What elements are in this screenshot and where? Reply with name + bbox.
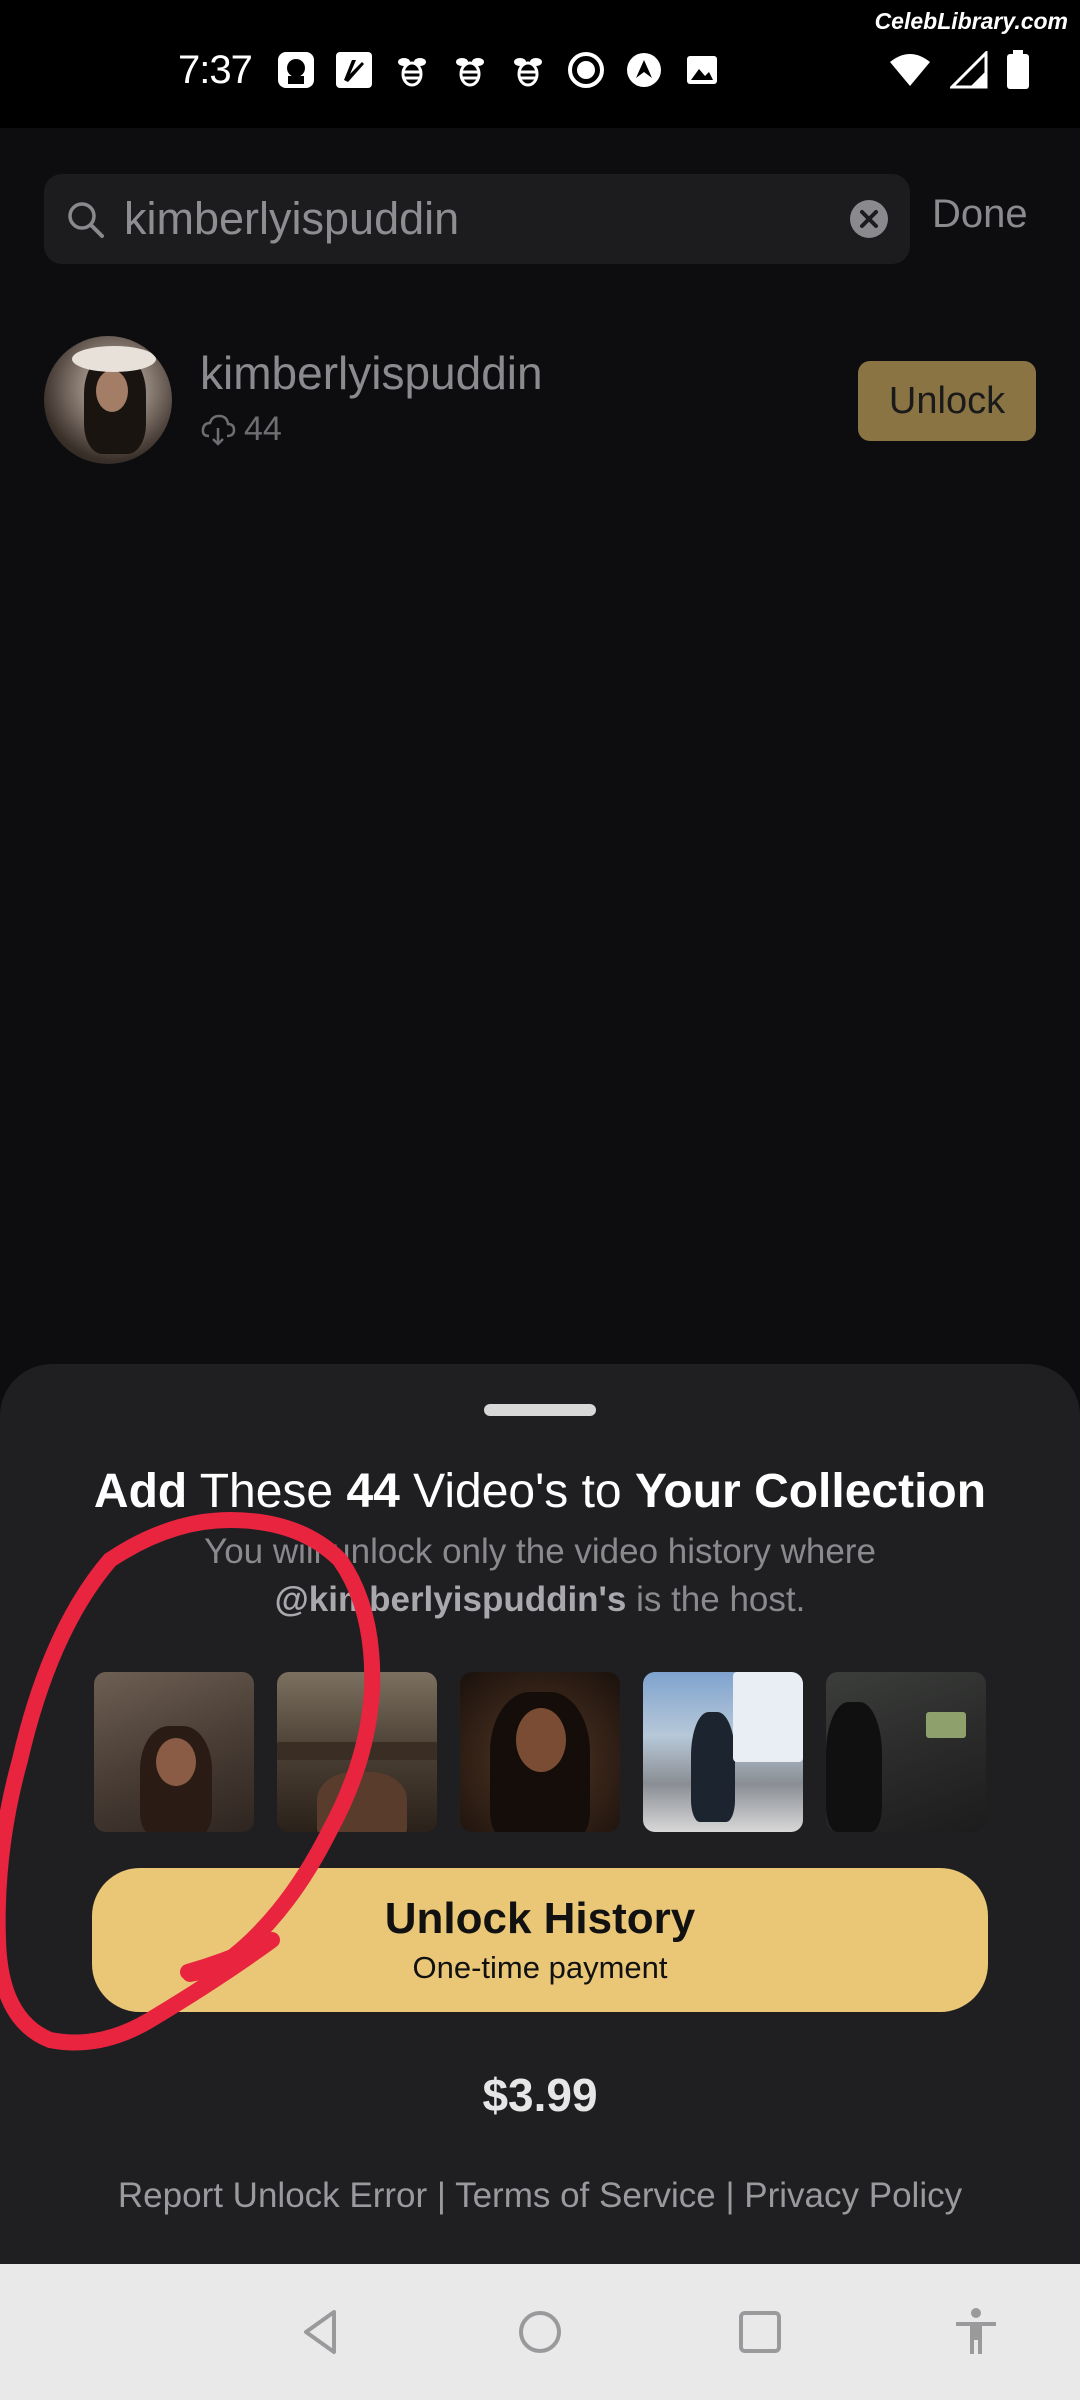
footer-links: Report Unlock Error | Terms of Service |… — [0, 2176, 1080, 2216]
status-bar: CelebLibrary.com 7:37 — [0, 0, 1080, 128]
wifi-icon — [890, 54, 930, 86]
bee-icon — [508, 50, 548, 90]
signal-icon — [950, 51, 988, 89]
subtitle-handle: @kimberlyispuddin's — [274, 1580, 627, 1619]
accessibility-button[interactable] — [946, 2302, 1006, 2362]
app-icon — [276, 50, 316, 90]
unlock-history-subtitle: One-time payment — [412, 1950, 668, 1985]
recents-icon — [739, 2311, 781, 2353]
video-thumbnail — [643, 1672, 803, 1832]
video-thumbnail — [460, 1672, 620, 1832]
notification-icons — [276, 50, 722, 90]
title-add: Add — [93, 1465, 188, 1518]
avatar — [44, 336, 172, 464]
sheet-title: Add These 44 Video's to Your Collection — [0, 1464, 1080, 1519]
image-icon — [682, 50, 722, 90]
home-icon — [519, 2311, 561, 2353]
subtitle-tail: is the host. — [626, 1580, 806, 1619]
sheet-drag-handle[interactable] — [484, 1404, 596, 1416]
link-separator: | — [427, 2176, 456, 2215]
system-icons — [888, 50, 1030, 90]
price-label: $3.99 — [482, 2069, 598, 2121]
recents-button[interactable] — [730, 2302, 790, 2362]
unlock-bottom-sheet: Add These 44 Video's to Your Collection … — [0, 1364, 1080, 2264]
status-time: 7:37 — [178, 48, 253, 92]
result-count-value: 44 — [244, 410, 282, 448]
privacy-policy-link[interactable]: Privacy Policy — [744, 2176, 962, 2215]
search-bar[interactable] — [44, 174, 910, 264]
cloud-download-icon — [201, 414, 236, 446]
report-unlock-error-link[interactable]: Report Unlock Error — [118, 2176, 427, 2215]
sheet-subtitle: You will unlock only the video history w… — [140, 1528, 940, 1624]
done-button[interactable]: Done — [932, 192, 1028, 237]
subtitle-line: You will unlock only the video history w… — [204, 1532, 876, 1571]
home-button[interactable] — [510, 2302, 570, 2362]
navigation-bar — [0, 2264, 1080, 2400]
record-icon — [566, 50, 606, 90]
result-username: kimberlyispuddin — [200, 347, 543, 399]
accessibility-icon — [956, 2308, 996, 2354]
unlock-history-title: Unlock History — [384, 1894, 696, 1943]
title-count: 44 — [346, 1465, 400, 1518]
title-videos: Video's to — [399, 1465, 635, 1518]
search-icon — [68, 202, 104, 238]
result-download-count: 44 — [200, 410, 282, 449]
video-thumbnail — [826, 1672, 986, 1832]
unlock-button[interactable]: Unlock — [858, 361, 1036, 441]
back-icon — [304, 2310, 336, 2354]
link-separator: | — [715, 2176, 745, 2215]
watermark: CelebLibrary.com — [874, 8, 1068, 34]
navigation-icon — [624, 50, 664, 90]
search-result-row[interactable]: kimberlyispuddin 44 Unlock — [44, 336, 1036, 466]
video-thumbnail — [277, 1672, 437, 1832]
search-input[interactable] — [124, 186, 824, 252]
back-button[interactable] — [292, 2302, 352, 2362]
terms-of-service-link[interactable]: Terms of Service — [455, 2176, 716, 2215]
title-these: These — [187, 1465, 347, 1518]
bee-icon — [450, 50, 490, 90]
app-icon — [334, 50, 374, 90]
unlock-history-button[interactable]: Unlock History One-time payment — [92, 1868, 988, 2012]
video-thumbnail — [94, 1672, 254, 1832]
clear-search-icon[interactable] — [848, 198, 890, 240]
battery-icon — [1007, 50, 1029, 89]
bee-icon — [392, 50, 432, 90]
video-thumbnails — [94, 1672, 986, 1832]
title-collection: Your Collection — [634, 1465, 987, 1518]
